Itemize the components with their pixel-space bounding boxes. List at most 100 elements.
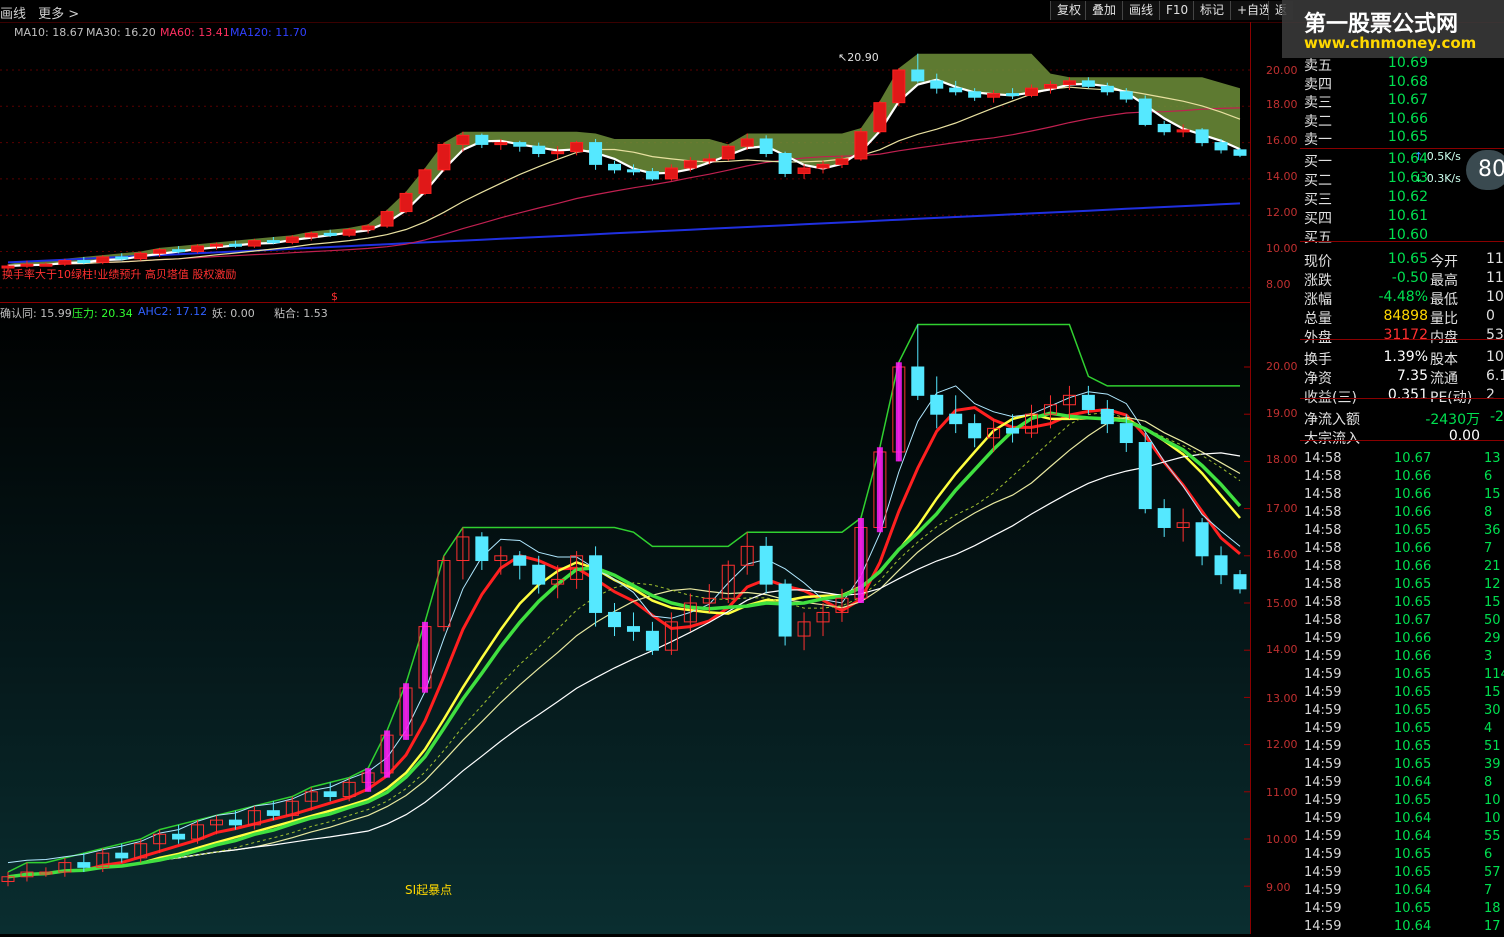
trade-row: 14:59 10.64 7 [1300, 883, 1504, 901]
trade-volume: 7 [1484, 883, 1493, 898]
lower-indicator-lines [7, 323, 1242, 879]
upper-candle-body [437, 143, 451, 171]
trade-row: 14:59 10.65 10 [1300, 793, 1504, 811]
trade-time: 14:58 [1304, 541, 1342, 556]
trade-price: 10.65 [1394, 793, 1432, 808]
upper-candle-body [816, 163, 830, 169]
upper-candle-body [96, 256, 110, 263]
ask-row[interactable]: 卖五 10.69 [1300, 55, 1504, 74]
upper-candle-body [304, 232, 318, 238]
trade-price: 10.65 [1394, 847, 1432, 862]
restore-rights-button[interactable]: 复权 [1050, 1, 1088, 20]
trade-price: 10.65 [1394, 721, 1432, 736]
trade-volume: 114 [1484, 667, 1504, 682]
lower-candle-body [911, 366, 925, 396]
f10-button[interactable]: F10 [1159, 1, 1195, 20]
trade-volume: 51 [1484, 739, 1501, 754]
mark-button[interactable]: 标记 [1193, 1, 1231, 20]
fund-value-2: 6.1 [1486, 368, 1504, 384]
fund-value: 0.351 [1387, 387, 1428, 403]
upper-candle-body [892, 69, 906, 104]
flow-value: -2430万 [1425, 412, 1480, 428]
ask-row[interactable]: 卖二 10.66 [1300, 111, 1504, 130]
toolbar-left: 画线 更多 > [0, 3, 87, 22]
lower-candle-body [778, 583, 792, 637]
bid-label: 买二 [1304, 173, 1332, 189]
overlay-button[interactable]: 叠加 [1085, 1, 1123, 20]
upper-candle-body [987, 93, 1001, 98]
quote-value: -4.48% [1378, 289, 1428, 305]
trade-time: 14:58 [1304, 559, 1342, 574]
draw-button[interactable]: 画线 [1122, 1, 1160, 20]
trade-price: 10.65 [1394, 523, 1432, 538]
upper-candle-body [494, 142, 508, 146]
quote-value-2: 11 [1486, 251, 1504, 267]
trade-price: 10.67 [1394, 451, 1432, 466]
trade-volume: 6 [1484, 847, 1493, 862]
fundamental-row: 收益(三) 0.351 PE(动) 2 [1300, 387, 1504, 406]
bid-row[interactable]: 买四 10.61 [1300, 208, 1504, 227]
trade-time: 14:59 [1304, 649, 1342, 664]
quote-value: -0.50 [1391, 270, 1428, 286]
upper-candle-body [721, 145, 735, 160]
trade-price: 10.66 [1394, 559, 1432, 574]
lower-candle-body [532, 564, 546, 585]
bid-row[interactable]: 买五 10.60 [1300, 227, 1504, 246]
draw-line-menu[interactable]: 画线 [0, 7, 26, 22]
upper-candle-body [1062, 80, 1076, 86]
trade-row: 14:58 10.66 15 [1300, 487, 1504, 505]
ask-row[interactable]: 卖三 10.67 [1300, 92, 1504, 111]
lower-axis-label: 13.00 [1266, 692, 1298, 705]
quote-value-2: 11 [1486, 270, 1504, 286]
trade-row: 14:58 10.65 12 [1300, 577, 1504, 595]
more-menu[interactable]: 更多 > [38, 7, 79, 22]
trade-price: 10.64 [1394, 883, 1432, 898]
upper-axis-label: 10.00 [1266, 242, 1298, 255]
quote-key-2: 量比 [1430, 311, 1458, 327]
fund-key-2: 股本 [1430, 352, 1458, 368]
trade-volume: 17 [1484, 919, 1501, 934]
upper-candle-body [380, 211, 394, 227]
trade-volume: 8 [1484, 505, 1493, 520]
bid-label: 买四 [1304, 211, 1332, 227]
upper-candle-body [285, 236, 299, 243]
trade-price: 10.65 [1394, 703, 1432, 718]
trade-price: 10.65 [1394, 595, 1432, 610]
upper-candle-body [854, 131, 868, 160]
fund-key-2: PE(动) [1430, 390, 1473, 406]
upper-candle-body [930, 80, 944, 89]
trade-row: 14:58 10.66 6 [1300, 469, 1504, 487]
bid-price: 10.62 [1387, 189, 1428, 205]
trade-row: 14:58 10.66 7 [1300, 541, 1504, 559]
pressure-line [7, 323, 1240, 873]
lower-axis-label: 9.00 [1266, 881, 1291, 894]
upper-candle-body [228, 243, 242, 247]
upper-candle-body [645, 171, 659, 180]
ask-row[interactable]: 卖一 10.65 [1300, 129, 1504, 148]
trade-row: 14:58 10.65 15 [1300, 595, 1504, 613]
kline-chart[interactable] [0, 22, 1251, 934]
upper-ma-lines [7, 78, 1241, 268]
flow-value-2: -2 [1490, 409, 1504, 425]
trade-volume: 57 [1484, 865, 1501, 880]
trade-volume: 13 [1484, 451, 1501, 466]
trade-time: 14:59 [1304, 721, 1342, 736]
trade-time: 14:59 [1304, 685, 1342, 700]
bid-label: 买一 [1304, 154, 1332, 170]
upper-candle-body [835, 158, 849, 165]
trade-time: 14:59 [1304, 631, 1342, 646]
ask-row[interactable]: 卖四 10.68 [1300, 74, 1504, 93]
quote-row: 涨跌 -0.50 最高 11 [1300, 270, 1504, 289]
lower-axis-label: 11.00 [1266, 786, 1298, 799]
site-logo: 第一股票公式网 www.chnmoney.com [1282, 0, 1504, 58]
trade-price: 10.64 [1394, 811, 1432, 826]
upper-candle-body [361, 225, 375, 231]
flow-value: 0.00 [1448, 428, 1480, 444]
bid-row[interactable]: 买三 10.62 [1300, 189, 1504, 208]
white-confirm-line [7, 452, 1241, 878]
trade-row: 14:59 10.65 18 [1300, 901, 1504, 919]
quote-row: 总量 84898 量比 0 [1300, 308, 1504, 327]
fund-key: 收益(三) [1304, 390, 1357, 406]
lower-candle-body [1081, 394, 1095, 410]
stock-tags: 换手率大于10绿柱!业绩预升 高贝塔值 股权激励 [2, 268, 237, 281]
